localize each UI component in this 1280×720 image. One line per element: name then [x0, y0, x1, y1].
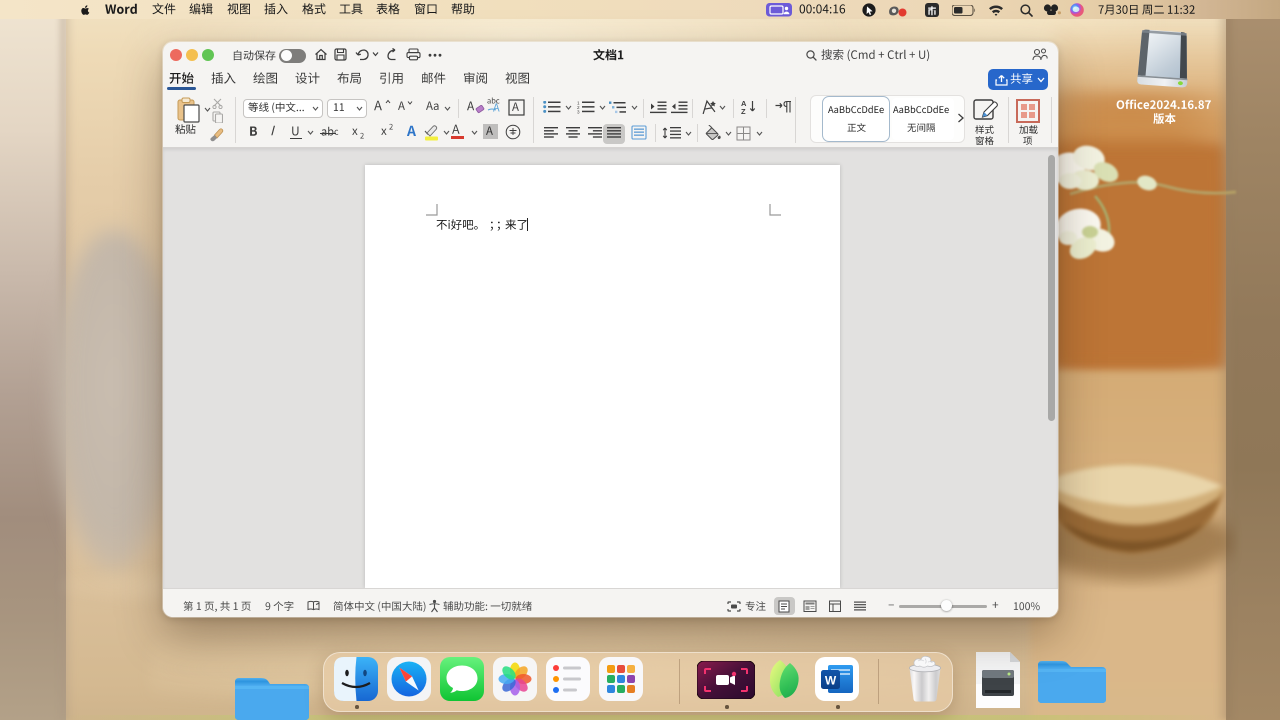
svg-text:3: 3 — [577, 110, 580, 114]
svg-text:Z: Z — [741, 107, 746, 115]
svg-text:W: W — [825, 674, 837, 688]
